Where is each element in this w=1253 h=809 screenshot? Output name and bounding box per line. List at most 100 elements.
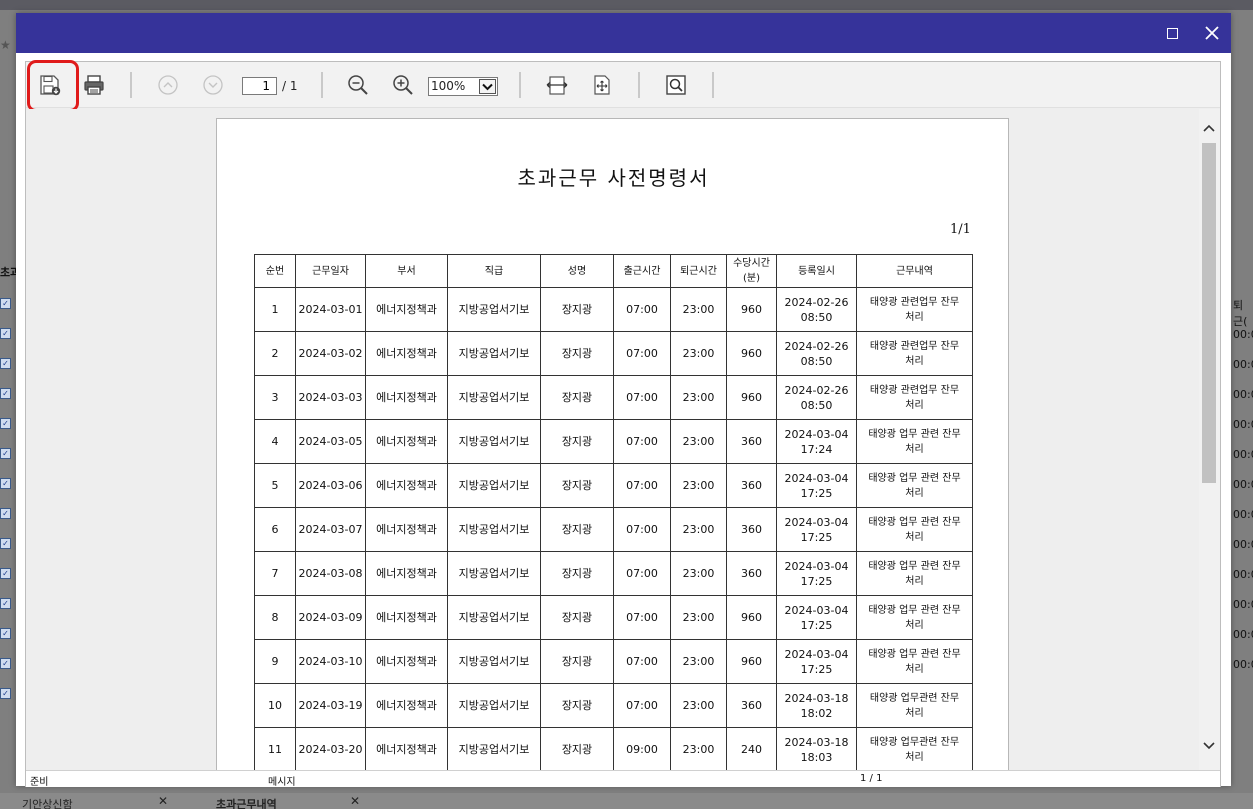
table-row: 5 2024-03-06 에너지정책과 지방공업서기보 장지광 07:00 23:00 360… [254,463,973,508]
table-cell: 태양광 업무관련 잔무 처리 [856,683,973,728]
table-cell: 960 [726,639,777,684]
zoom-value: 100% [431,79,466,93]
zoom-select[interactable]: 100% [428,77,498,96]
chevron-down-icon[interactable] [479,79,496,94]
table-cell: 지방공업서기보 [447,683,541,728]
column-header: 부서 [365,254,448,288]
close-icon[interactable]: ✕ [350,794,360,808]
table-cell: 장지광 [540,551,614,596]
table-cell: 태양광 업무 관련 잔무 처리 [856,507,973,552]
table-cell: 23:00 [670,595,727,640]
checkbox[interactable]: ✓ [0,418,11,429]
checkbox[interactable]: ✓ [0,478,11,489]
table-cell: 에너지정책과 [365,727,448,770]
checkbox[interactable]: ✓ [0,688,11,699]
status-ready: 준비 [30,777,49,788]
table-cell: 960 [726,595,777,640]
table-cell: 에너지정책과 [365,639,448,684]
zoom-in-icon [393,75,413,95]
table-cell: 360 [726,463,777,508]
checkbox[interactable]: ✓ [0,508,11,519]
table-row: 1 2024-03-01 에너지정책과 지방공업서기보 장지광 07:00 23:00 960… [254,287,973,332]
close-button[interactable] [1202,23,1222,43]
chevron-down-circle-icon [203,75,223,95]
background-time-value: 00:0 [1233,388,1253,401]
table-cell: 2024-03-04 17:25 [776,595,857,640]
table-cell: 09:00 [613,727,671,770]
checkbox[interactable]: ✓ [0,298,11,309]
background-time-value: 00:0 [1233,448,1253,461]
table-cell: 07:00 [613,331,671,376]
background-tab-draft[interactable]: 기안상신함 [22,796,73,809]
checkbox[interactable]: ✓ [0,568,11,579]
table-cell: 장지광 [540,463,614,508]
table-cell: 11 [254,727,296,770]
table-body: 1 2024-03-01 에너지정책과 지방공업서기보 장지광 07:00 23:00 960… [254,287,973,770]
table-cell: 360 [726,419,777,464]
column-header: 근무내역 [856,254,973,288]
table-cell: 23:00 [670,727,727,770]
fit-width-button[interactable] [541,70,573,100]
table-cell: 태양광 업무 관련 잔무 처리 [856,595,973,640]
fit-width-icon [546,76,568,95]
maximize-button[interactable] [1164,25,1180,41]
print-button[interactable] [78,70,110,100]
table-cell: 2024-03-06 [295,463,366,508]
table-cell: 2024-03-18 18:02 [776,683,857,728]
table-cell: 태양광 업무관련 잔무 처리 [856,727,973,770]
table-cell: 에너지정책과 [365,287,448,332]
previous-page-button[interactable] [152,70,184,100]
table-cell: 07:00 [613,375,671,420]
table-cell: 장지광 [540,419,614,464]
table-cell: 8 [254,595,296,640]
next-page-button[interactable] [197,70,229,100]
checkbox[interactable]: ✓ [0,658,11,669]
table-cell: 지방공업서기보 [447,551,541,596]
fit-page-button[interactable] [586,70,618,100]
table-cell: 태양광 업무 관련 잔무 처리 [856,639,973,684]
scrollbar-thumb[interactable] [1202,143,1216,483]
table-row: 6 2024-03-07 에너지정책과 지방공업서기보 장지광 07:00 23:00 360… [254,507,973,552]
zoom-in-button[interactable] [387,70,419,100]
table-cell: 2024-03-01 [295,287,366,332]
table-row: 4 2024-03-05 에너지정책과 지방공업서기보 장지광 07:00 23:00 360… [254,419,973,464]
checkbox[interactable]: ✓ [0,388,11,399]
chevron-up-icon[interactable] [1201,121,1217,135]
table-cell: 07:00 [613,463,671,508]
checkbox[interactable]: ✓ [0,598,11,609]
table-cell: 에너지정책과 [365,463,448,508]
page-number-input[interactable] [242,77,277,95]
close-icon[interactable]: ✕ [158,794,168,808]
zoom-out-button[interactable] [342,70,374,100]
background-time-value: 00:0 [1233,658,1253,671]
table-cell: 2024-03-02 [295,331,366,376]
background-tab-overtime[interactable]: 초과근무내역 [216,796,277,809]
table-cell: 태양광 업무 관련 잔무 처리 [856,419,973,464]
checkbox[interactable]: ✓ [0,628,11,639]
column-header: 퇴근시간 [670,254,727,288]
background-topbar [0,0,1253,10]
table-cell: 23:00 [670,375,727,420]
checkbox[interactable]: ✓ [0,538,11,549]
vertical-scrollbar[interactable] [1199,109,1220,770]
find-button[interactable] [660,70,692,100]
document-page-indicator: 1/1 [950,222,971,237]
dialog-titlebar [16,13,1231,53]
chevron-down-icon[interactable] [1201,739,1217,753]
report-canvas: 초과근무 사전명령서 1/1 순번 근무일자 부서 직급 성명 출근시간 퇴근시간 수당시간 … [26,109,1199,770]
checkbox[interactable]: ✓ [0,358,11,369]
table-cell: 5 [254,463,296,508]
table-cell: 지방공업서기보 [447,287,541,332]
table-cell: 2024-03-18 18:03 [776,727,857,770]
table-cell: 지방공업서기보 [447,727,541,770]
status-message: 메시지 [268,777,296,788]
table-cell: 360 [726,683,777,728]
checkbox[interactable]: ✓ [0,448,11,459]
table-row: 10 2024-03-19 에너지정책과 지방공업서기보 장지광 07:00 23:00 36… [254,683,973,728]
table-cell: 360 [726,551,777,596]
checkbox[interactable]: ✓ [0,328,11,339]
table-cell: 태양광 관련업무 잔무 처리 [856,331,973,376]
maximize-icon [1167,28,1178,39]
table-cell: 에너지정책과 [365,419,448,464]
table-cell: 23:00 [670,683,727,728]
